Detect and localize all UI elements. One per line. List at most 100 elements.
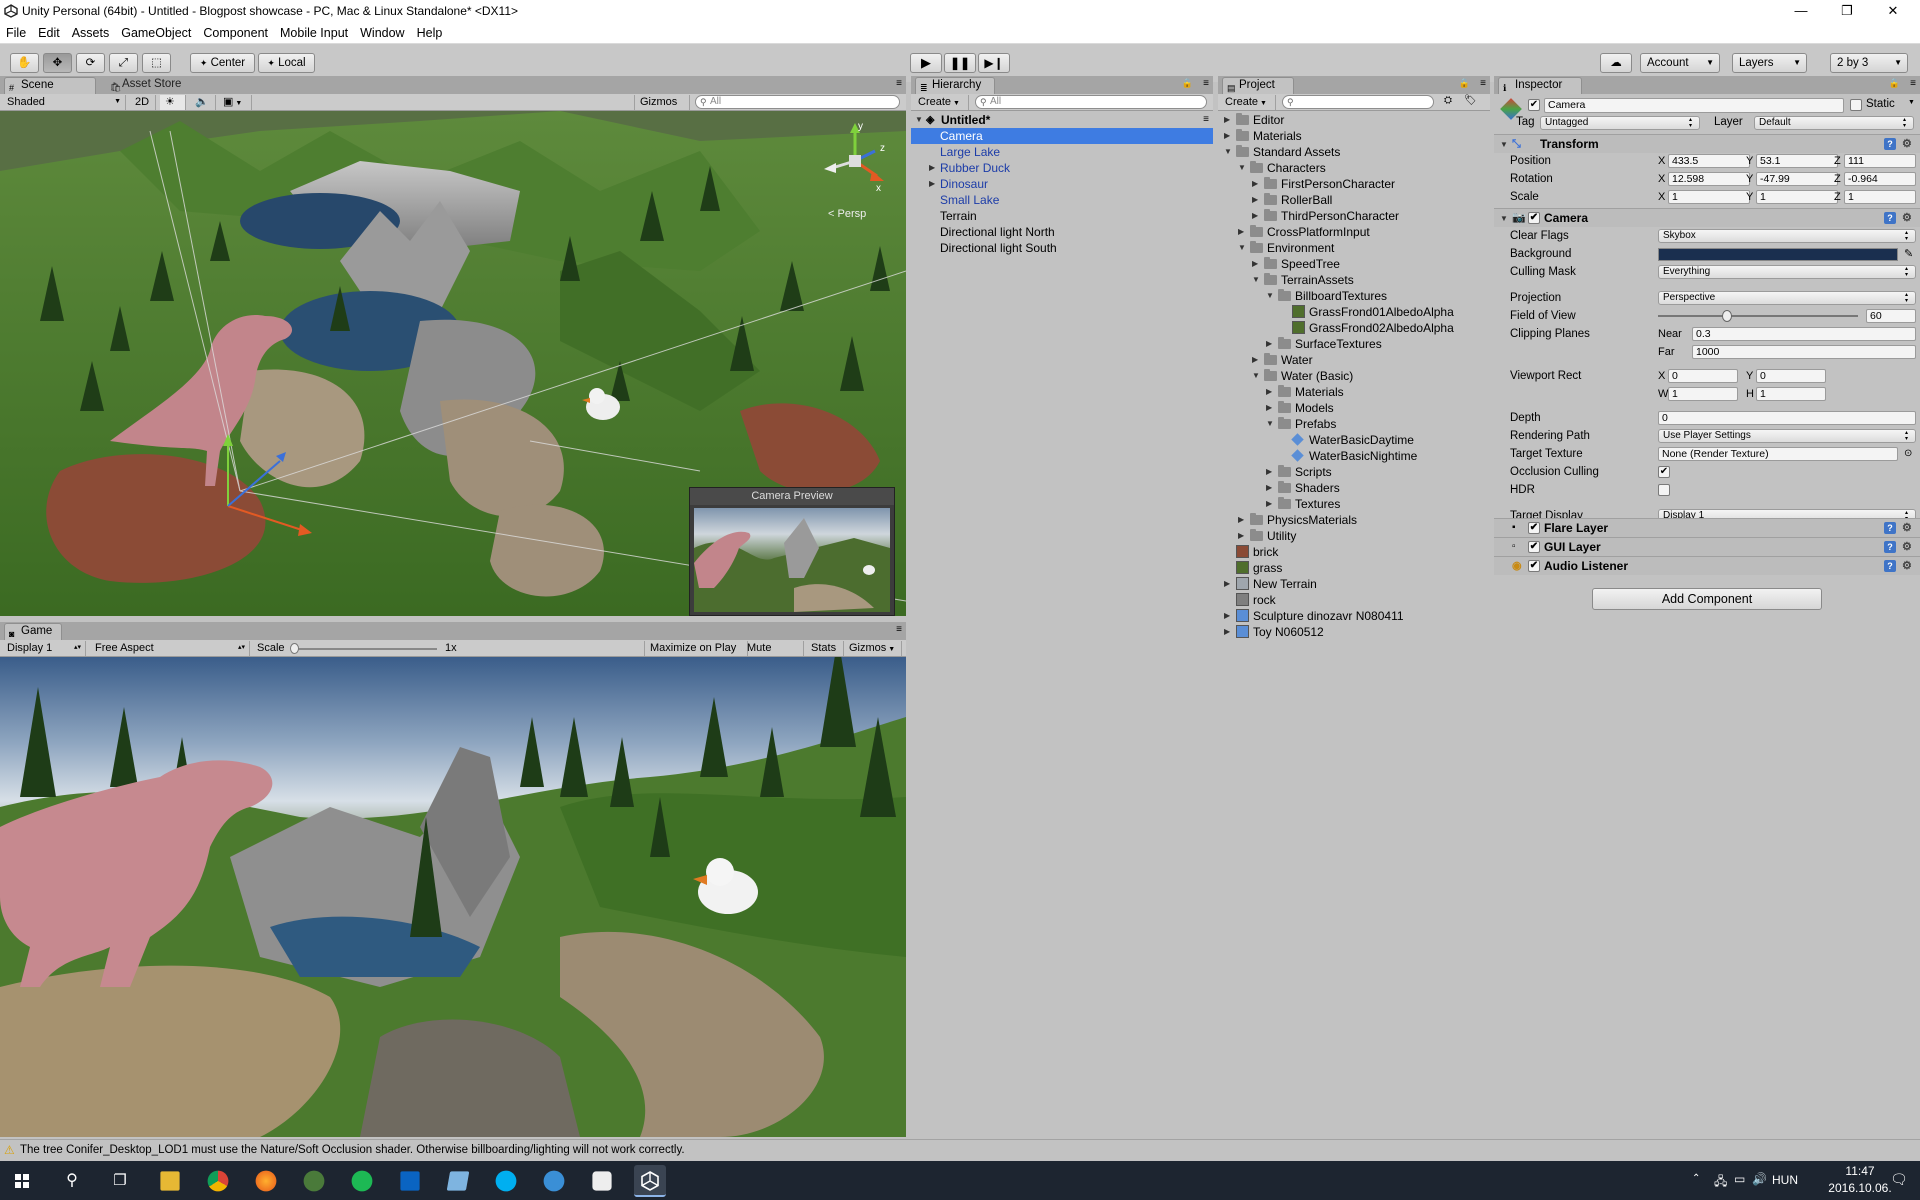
clock-time[interactable]: 11:47	[1840, 1164, 1880, 1178]
project-item[interactable]: ▶ Shaders	[1218, 480, 1490, 496]
project-item[interactable]: GrassFrond02AlbedoAlpha	[1218, 320, 1490, 336]
project-item[interactable]: GrassFrond01AlbedoAlpha	[1218, 304, 1490, 320]
expand-closed-icon[interactable]: ▶	[1238, 512, 1244, 528]
scale-z-input[interactable]: 1	[1844, 190, 1916, 204]
scene-viewport[interactable]: y z x < Persp Camera Preview	[0, 111, 906, 616]
fov-slider-thumb[interactable]	[1722, 310, 1733, 322]
spotify-button[interactable]	[351, 1170, 373, 1192]
background-color-swatch[interactable]	[1658, 248, 1898, 261]
gear-icon[interactable]: ⚙	[1902, 519, 1912, 537]
menu-window[interactable]: Window	[354, 23, 410, 43]
outlook-button[interactable]	[400, 1171, 420, 1191]
persp-label[interactable]: < Persp	[828, 208, 866, 220]
near-input[interactable]: 0.3	[1692, 327, 1916, 341]
menu-mobile-input[interactable]: Mobile Input	[274, 23, 354, 43]
menu-component[interactable]: Component	[197, 23, 274, 43]
panel-menu-icon[interactable]: ≡	[1910, 78, 1916, 89]
viewport-h-input[interactable]: 1	[1756, 387, 1826, 401]
expand-closed-icon[interactable]: ▶	[1252, 208, 1258, 224]
add-component-button[interactable]: Add Component	[1592, 588, 1822, 610]
flare-layer-checkbox[interactable]: ✔	[1528, 522, 1540, 534]
expand-open-icon[interactable]: ▼	[1252, 368, 1260, 384]
transform-header[interactable]: ▼ ⤡ Transform ? ⚙	[1494, 134, 1920, 153]
project-item[interactable]: grass	[1218, 560, 1490, 576]
tab-scene[interactable]: # Scene	[4, 77, 96, 94]
camera-enabled-checkbox[interactable]: ✔	[1528, 212, 1540, 224]
hierarchy-item[interactable]: Directional light South	[911, 240, 1213, 256]
project-item[interactable]: ▶ PhysicsMaterials	[1218, 512, 1490, 528]
scale-tool-button[interactable]: ⤢	[109, 53, 138, 73]
expand-closed-icon[interactable]: ▶	[1224, 128, 1230, 144]
step-button[interactable]: ▶❙	[978, 53, 1010, 73]
game-gizmos-dropdown[interactable]: Gizmos ▼	[844, 641, 902, 656]
project-item[interactable]: ▶ SpeedTree	[1218, 256, 1490, 272]
layout-dropdown[interactable]: 2 by 3 ▼	[1830, 53, 1908, 73]
tab-game[interactable]: ◙ Game	[4, 623, 62, 640]
expand-open-icon[interactable]: ▼	[1266, 416, 1274, 432]
hierarchy-item[interactable]: Directional light North	[911, 224, 1213, 240]
eyedropper-icon[interactable]: ✎	[1904, 245, 1913, 263]
project-item[interactable]: WaterBasicNightime	[1218, 448, 1490, 464]
task-view-button[interactable]: ❐	[104, 1165, 136, 1197]
help-icon[interactable]: ?	[1884, 522, 1896, 534]
scale-slider[interactable]	[292, 648, 437, 650]
chrome-button[interactable]	[207, 1170, 229, 1192]
project-item[interactable]: ▶ ThirdPersonCharacter	[1218, 208, 1490, 224]
volume-icon[interactable]: 🔊	[1752, 1172, 1767, 1186]
expand-open-icon[interactable]: ▼	[1266, 288, 1274, 304]
hierarchy-item[interactable]: Camera	[911, 128, 1213, 144]
static-checkbox[interactable]	[1850, 99, 1862, 111]
hierarchy-item[interactable]: Large Lake	[911, 144, 1213, 160]
project-item[interactable]: ▼ Standard Assets	[1218, 144, 1490, 160]
expand-closed-icon[interactable]: ▶	[1266, 464, 1272, 480]
scene-search-input[interactable]: All	[695, 95, 900, 109]
gear-icon[interactable]: ⚙	[1902, 135, 1912, 153]
depth-input[interactable]: 0	[1658, 411, 1916, 425]
rotation-x-input[interactable]: 12.598	[1668, 172, 1750, 186]
pause-button[interactable]: ❚❚	[944, 53, 976, 73]
object-picker-icon[interactable]: ⊙	[1904, 445, 1912, 463]
expand-closed-icon[interactable]: ▶	[1224, 576, 1230, 592]
gui-layer-checkbox[interactable]: ✔	[1528, 541, 1540, 553]
culling-mask-dropdown[interactable]: Everything	[1658, 265, 1916, 279]
gui-layer-header[interactable]: ▫ ✔ GUI Layer ? ⚙	[1494, 537, 1920, 556]
project-item[interactable]: ▶ Toy N060512	[1218, 624, 1490, 640]
layer-dropdown[interactable]: Default	[1754, 116, 1914, 130]
tab-asset-store[interactable]: 🛍 Asset Store	[106, 77, 206, 94]
notifications-icon[interactable]: 🗨	[1890, 1171, 1908, 1188]
tab-hierarchy[interactable]: ≣ Hierarchy	[915, 77, 995, 94]
steam-button[interactable]	[592, 1171, 612, 1191]
menu-gameobject[interactable]: GameObject	[115, 23, 197, 43]
expand-open-icon[interactable]: ▼	[1238, 160, 1246, 176]
hierarchy-create-dropdown[interactable]: Create ▼	[913, 95, 969, 110]
scale-y-input[interactable]: 1	[1756, 190, 1838, 204]
menu-file[interactable]: File	[0, 23, 32, 43]
expand-closed-icon[interactable]: ▶	[1238, 224, 1244, 240]
expand-closed-icon[interactable]: ▶	[1252, 176, 1258, 192]
gizmos-dropdown[interactable]: Gizmos ▼	[634, 95, 690, 123]
gear-icon[interactable]: ⚙	[1902, 209, 1912, 227]
stats-toggle[interactable]: Stats	[806, 641, 844, 656]
hierarchy-item[interactable]: ▶ Dinosaur	[911, 176, 1213, 192]
panel-menu-icon[interactable]: ≡	[896, 624, 902, 635]
skype-button[interactable]	[495, 1170, 517, 1192]
display-dropdown[interactable]: Display 1 ▴▾	[2, 641, 86, 656]
project-item[interactable]: ▶ Models	[1218, 400, 1490, 416]
project-item[interactable]: ▼ Environment	[1218, 240, 1490, 256]
audio-listener-checkbox[interactable]: ✔	[1528, 560, 1540, 572]
dropdown-arrow-icon[interactable]: ▼	[1908, 99, 1915, 106]
project-item[interactable]: ▼ Water (Basic)	[1218, 368, 1490, 384]
app-button[interactable]	[303, 1170, 325, 1192]
tab-inspector[interactable]: ℹ Inspector	[1498, 77, 1582, 94]
viewport-y-input[interactable]: 0	[1756, 369, 1826, 383]
expand-closed-icon[interactable]: ▶	[1266, 400, 1272, 416]
tray-chevron-icon[interactable]: ⌃	[1692, 1173, 1700, 1184]
search-taskbar-button[interactable]: ⚲	[56, 1165, 88, 1197]
expand-closed-icon[interactable]: ▶	[1252, 192, 1258, 208]
project-item[interactable]: ▶ Utility	[1218, 528, 1490, 544]
move-tool-button[interactable]: ✥	[43, 53, 72, 73]
lighting-toggle[interactable]: ☀	[160, 95, 186, 110]
tag-dropdown[interactable]: Untagged	[1540, 116, 1700, 130]
close-button[interactable]: ✕	[1870, 0, 1916, 23]
hierarchy-item[interactable]: ▶ Rubber Duck	[911, 160, 1213, 176]
